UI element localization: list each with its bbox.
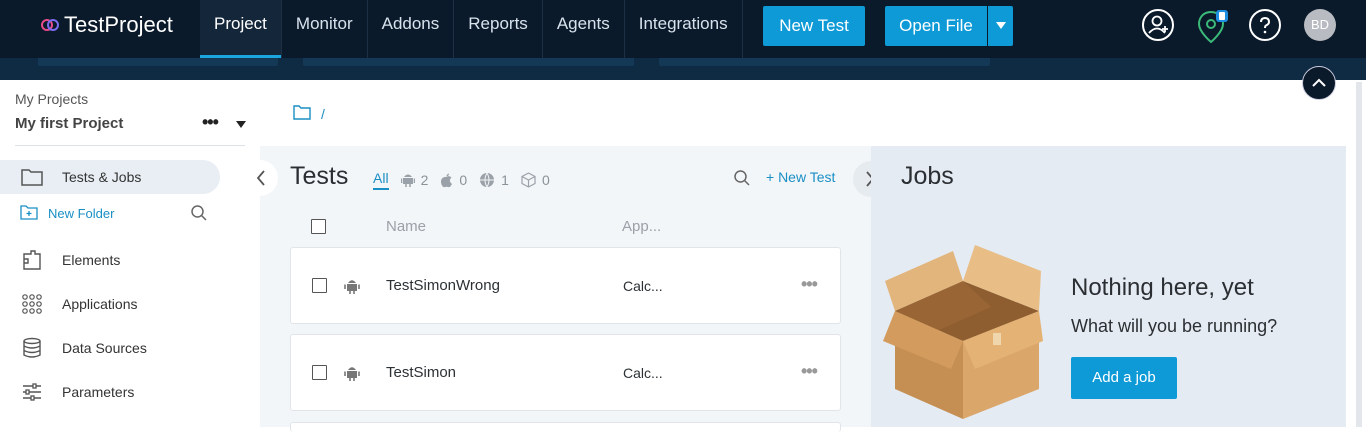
top-navigation-bar: TestProject Project Monitor Addons Repor… (0, 0, 1366, 58)
tests-search-icon[interactable] (733, 169, 751, 192)
search-icon[interactable] (190, 204, 208, 227)
sidebar-item-tests-jobs[interactable]: Tests & Jobs (0, 160, 220, 194)
invite-user-icon[interactable] (1142, 9, 1174, 41)
sidebar-item-parameters[interactable]: Parameters (0, 375, 220, 409)
chevron-up-icon (1312, 78, 1326, 87)
ios-count: 0 (459, 172, 468, 188)
android-icon (400, 174, 415, 187)
add-folder-icon (20, 204, 38, 223)
my-projects-label: My Projects (15, 91, 89, 107)
folder-icon (20, 165, 44, 189)
android-icon (344, 364, 360, 387)
nav-addons[interactable]: Addons (368, 0, 455, 58)
table-row[interactable] (290, 422, 841, 432)
nav-agents[interactable]: Agents (543, 0, 625, 58)
platform-filters: All 2 0 1 0 (373, 170, 562, 190)
empty-box-illustration (883, 241, 1043, 426)
sliders-icon (20, 380, 44, 404)
applications-grid-icon (20, 292, 44, 316)
web-count: 1 (501, 172, 509, 188)
collapsed-dashboard-strip (0, 58, 1366, 80)
dashboard-card-ghost (38, 58, 278, 66)
test-name[interactable]: TestSimon (386, 364, 456, 381)
main-nav: Project Monitor Addons Reports Agents In… (200, 0, 743, 58)
agent-status-icon[interactable] (1196, 9, 1228, 45)
project-more-icon[interactable]: ••• (202, 112, 219, 133)
project-sidebar: My Projects My first Project ••• Tests &… (0, 80, 260, 427)
nav-integrations[interactable]: Integrations (625, 0, 743, 58)
sidebar-item-label: Tests & Jobs (62, 169, 142, 185)
nav-project[interactable]: Project (200, 0, 282, 58)
sidebar-item-label: Parameters (62, 384, 135, 400)
sidebar-item-elements[interactable]: Elements (0, 243, 220, 277)
column-header-name[interactable]: Name (386, 218, 426, 235)
open-file-button[interactable]: Open File (885, 6, 987, 46)
table-row[interactable]: TestSimon Calc... ••• (290, 334, 841, 411)
sidebar-item-label: Elements (62, 252, 121, 268)
caret-down-icon (995, 22, 1006, 29)
dashboard-card-ghost (303, 58, 634, 66)
collapse-dashboard-button[interactable] (1302, 66, 1336, 100)
breadcrumb: / (293, 104, 325, 123)
tests-title: Tests (290, 162, 349, 190)
breadcrumb-separator: / (321, 105, 325, 122)
jobs-title: Jobs (901, 162, 954, 190)
row-checkbox[interactable] (312, 278, 327, 293)
collapse-sidebar-button[interactable] (242, 160, 278, 196)
project-name[interactable]: My first Project (15, 115, 123, 132)
new-test-link[interactable]: + New Test (766, 169, 835, 185)
row-checkbox[interactable] (312, 365, 327, 380)
testproject-logo[interactable]: TestProject (40, 12, 173, 38)
new-folder-label: New Folder (48, 206, 115, 221)
filter-code[interactable]: 0 (521, 172, 550, 188)
logo-icon (41, 19, 59, 31)
open-file-dropdown-button[interactable] (988, 6, 1013, 46)
project-dropdown-icon[interactable] (235, 117, 247, 135)
chevron-left-icon (256, 170, 265, 186)
sidebar-item-label: Data Sources (62, 340, 147, 356)
cube-icon (521, 172, 536, 188)
new-folder-button[interactable]: New Folder (20, 204, 114, 223)
nav-monitor[interactable]: Monitor (282, 0, 368, 58)
logo-text: TestProject (64, 12, 173, 37)
sidebar-item-applications[interactable]: Applications (0, 287, 220, 321)
sidebar-item-label: Applications (62, 296, 138, 312)
jobs-panel: Jobs Nothing here, yet What will you be … (871, 146, 1346, 427)
filter-ios[interactable]: 0 (440, 172, 467, 188)
tests-panel: Tests All 2 0 1 0 + New Test Name App...… (242, 146, 889, 432)
test-name[interactable]: TestSimonWrong (386, 277, 500, 294)
empty-state-subtitle: What will you be running? (1071, 316, 1278, 336)
user-avatar[interactable]: BD (1304, 9, 1336, 41)
apple-icon (441, 173, 453, 187)
filter-android[interactable]: 2 (400, 172, 429, 188)
filter-all[interactable]: All (373, 170, 389, 190)
sidebar-divider (15, 145, 245, 146)
sidebar-item-data-sources[interactable]: Data Sources (0, 331, 220, 365)
nav-reports[interactable]: Reports (454, 0, 543, 58)
android-count: 2 (420, 172, 429, 188)
table-row[interactable]: TestSimonWrong Calc... ••• (290, 247, 841, 324)
root-folder-icon[interactable] (293, 104, 311, 123)
code-count: 0 (541, 172, 550, 188)
globe-icon (480, 172, 495, 188)
test-app: Calc... (623, 278, 663, 294)
empty-state-title: Nothing here, yet (1071, 274, 1254, 301)
test-app: Calc... (623, 365, 663, 381)
add-job-button[interactable]: Add a job (1071, 357, 1177, 399)
android-icon (344, 277, 360, 300)
help-icon[interactable] (1249, 9, 1281, 41)
row-more-icon[interactable]: ••• (801, 274, 818, 295)
select-all-checkbox[interactable] (311, 219, 326, 234)
new-test-button[interactable]: New Test (763, 6, 865, 46)
tests-main-area: / Tests All 2 0 1 0 + New Test Name App.… (242, 80, 889, 432)
filter-web[interactable]: 1 (479, 172, 509, 188)
database-icon (20, 336, 44, 360)
dashboard-card-ghost (659, 58, 990, 66)
row-more-icon[interactable]: ••• (801, 361, 818, 382)
column-header-app[interactable]: App... (622, 218, 661, 235)
elements-icon (20, 248, 44, 272)
page-scrollbar[interactable] (1356, 82, 1362, 427)
